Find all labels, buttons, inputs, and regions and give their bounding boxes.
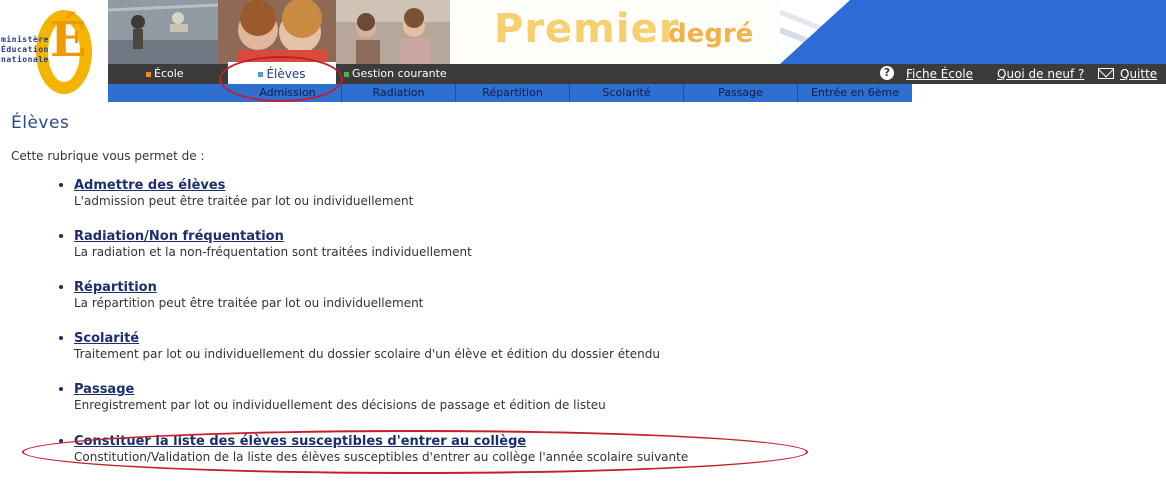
bullet-icon bbox=[59, 183, 63, 187]
menu-item-label: École bbox=[154, 67, 184, 80]
submenu-radiation[interactable]: Radiation bbox=[342, 84, 456, 102]
admettre-link[interactable]: Admettre des élèves bbox=[74, 178, 225, 193]
passage-link[interactable]: Passage bbox=[74, 382, 134, 397]
banner-blue bbox=[850, 0, 1166, 64]
item-description: La radiation et la non-fréquentation son… bbox=[74, 245, 472, 259]
logo-line-1: ministère bbox=[1, 35, 49, 44]
item-description: Traitement par lot ou individuellement d… bbox=[74, 347, 661, 361]
title-degre: degré bbox=[668, 19, 754, 49]
mail-icon[interactable] bbox=[1098, 68, 1114, 79]
ministry-logo[interactable]: É ministère Éducation nationale bbox=[0, 0, 108, 102]
item-description: La répartition peut être traitée par lot… bbox=[74, 296, 424, 310]
quoi-de-neuf-link[interactable]: Quoi de neuf ? bbox=[997, 64, 1084, 84]
banner-title: Premier degré bbox=[450, 0, 780, 64]
submenu-passage[interactable]: Passage bbox=[684, 84, 798, 102]
bullet-icon bbox=[146, 71, 151, 77]
menu-item-gestion-courante[interactable]: Gestion courante bbox=[344, 64, 447, 84]
fiche-ecole-link[interactable]: Fiche École bbox=[906, 64, 973, 84]
intro-text: Cette rubrique vous permet de : bbox=[11, 149, 205, 163]
header-banner: É ministère Éducation nationale Premier … bbox=[0, 0, 1166, 102]
logo-text: ministère Éducation nationale bbox=[1, 35, 49, 65]
bullet-icon bbox=[59, 387, 63, 391]
logo-letter: É bbox=[50, 12, 87, 68]
repartition-link[interactable]: Répartition bbox=[74, 280, 157, 295]
quitter-link[interactable]: Quitte bbox=[1120, 64, 1157, 84]
logo-line-2: Éducation bbox=[1, 45, 49, 54]
help-icon[interactable]: ? bbox=[880, 66, 894, 80]
menu-item-label: Gestion courante bbox=[352, 67, 447, 80]
scolarite-link[interactable]: Scolarité bbox=[74, 331, 139, 346]
bullet-icon bbox=[59, 234, 63, 238]
logo-line-3: nationale bbox=[1, 55, 49, 64]
menu-item-ecole[interactable]: École bbox=[146, 64, 184, 84]
bullet-icon bbox=[344, 71, 349, 77]
photo-children bbox=[218, 0, 336, 64]
photo-family bbox=[336, 0, 450, 64]
bullet-icon bbox=[59, 285, 63, 289]
submenu-entree-6eme[interactable]: Entrée en 6ème bbox=[798, 84, 912, 102]
item-description: L'admission peut être traitée par lot ou… bbox=[74, 194, 414, 208]
submenu-scolarite[interactable]: Scolarité bbox=[570, 84, 684, 102]
page-title: Élèves bbox=[11, 113, 70, 133]
bullet-icon bbox=[59, 336, 63, 340]
item-description: Enregistrement par lot ou individuelleme… bbox=[74, 398, 606, 412]
radiation-link[interactable]: Radiation/Non fréquentation bbox=[74, 229, 284, 244]
title-premier: Premier bbox=[494, 6, 680, 52]
photo-playground bbox=[108, 0, 218, 64]
banner-photos bbox=[108, 0, 450, 64]
highlight-oval-college bbox=[22, 430, 808, 474]
highlight-oval-eleves bbox=[219, 56, 343, 102]
submenu-repartition[interactable]: Répartition bbox=[456, 84, 570, 102]
banner-wedge bbox=[780, 0, 850, 64]
